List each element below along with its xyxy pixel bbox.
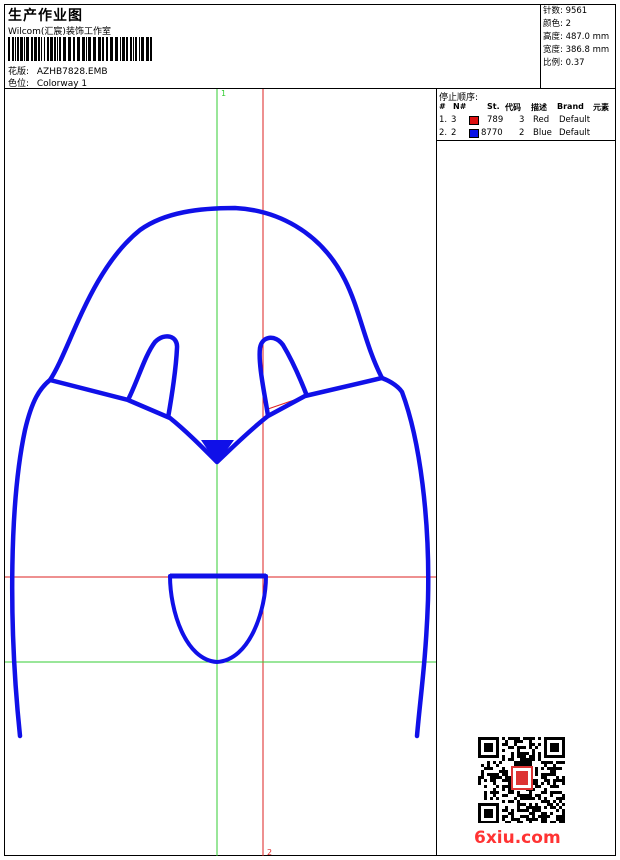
outline-right-side: [379, 375, 431, 739]
stop-row: 2. 2 8770 2 Blue Default: [439, 128, 591, 138]
page-title: 生产作业图: [8, 8, 83, 24]
outline-pocket: [168, 574, 268, 664]
stat-scale: 比例: 0.37: [543, 58, 585, 68]
col-stitches: St.: [487, 102, 500, 111]
design-canvas: [5, 89, 436, 856]
header-panel: 生产作业图 Wilcom(汇宸)装饰工作室 花版: AZHB7828.EMB 色…: [4, 4, 541, 89]
company-name: Wilcom(汇宸)装饰工作室: [8, 27, 111, 37]
table-divider: [437, 140, 616, 141]
color-swatch: [469, 129, 479, 138]
colorway-value: Colorway 1: [36, 79, 88, 89]
guide-label-2: 2: [267, 848, 273, 857]
outline-right-ear: [257, 335, 310, 417]
col-brand: Brand: [557, 102, 584, 111]
outline-left-side: [9, 377, 53, 739]
col-desc: 描述: [531, 103, 547, 112]
col-code: 代码: [505, 103, 521, 112]
barcode-image: [8, 37, 152, 61]
col-index: #: [439, 102, 446, 111]
outline-hood: [47, 205, 385, 383]
col-needle: N#: [453, 102, 467, 111]
qr-code-image: [478, 737, 565, 823]
stat-width: 宽度: 386.8 mm: [543, 45, 610, 55]
stat-stitches: 针数: 9561: [543, 6, 588, 16]
stats-panel: 针数: 9561 颜色: 2 高度: 487.0 mm 宽度: 386.8 mm…: [541, 4, 616, 89]
col-element: 元素: [593, 103, 609, 112]
colorway-label: 色位:: [8, 79, 30, 89]
outline-left-ear: [125, 334, 180, 419]
guide-label-1: 1: [221, 89, 227, 98]
colorway-row: 色位: Colorway 1: [8, 76, 87, 89]
color-swatch: [469, 116, 479, 125]
watermark-text: 6xiu.com: [474, 828, 561, 848]
stat-colors: 颜色: 2: [543, 19, 571, 29]
stop-row: 1. 3 789 3 Red Default: [439, 115, 591, 125]
stat-height: 高度: 487.0 mm: [543, 32, 610, 42]
